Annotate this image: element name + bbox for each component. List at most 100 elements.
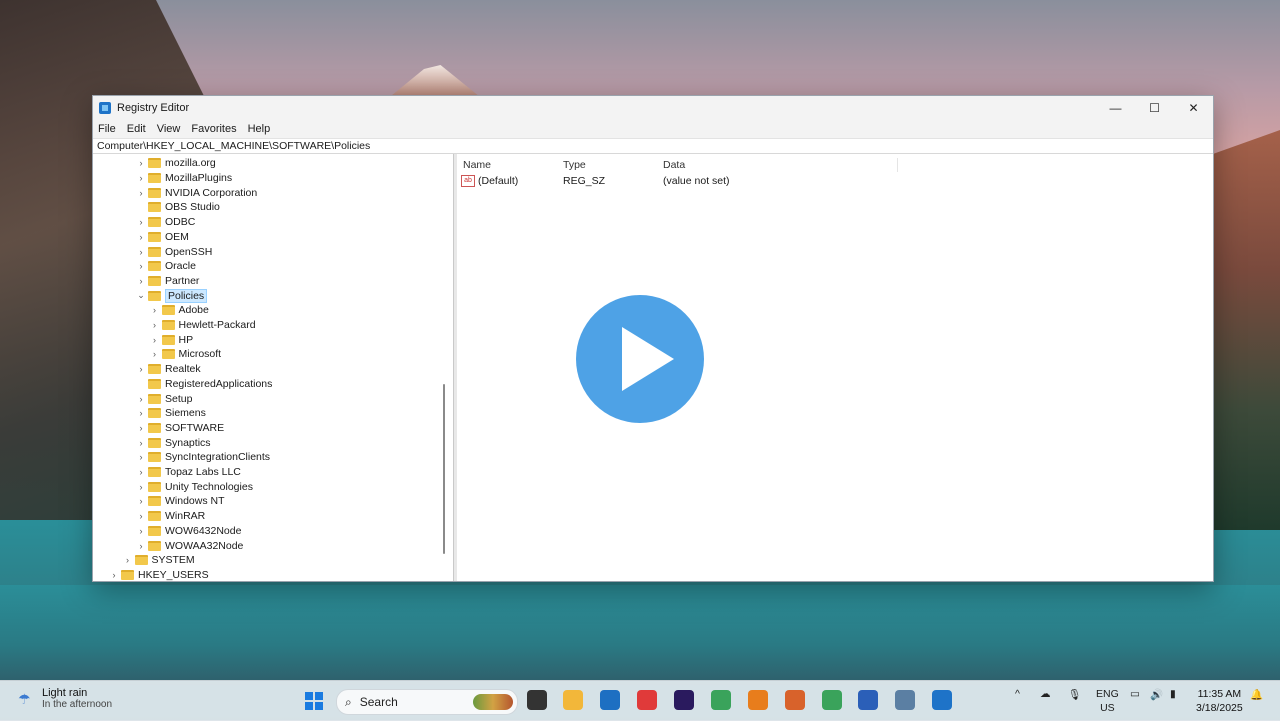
- tree-node[interactable]: › MozillaPlugins: [136, 171, 233, 186]
- tree-scrollbar[interactable]: [443, 384, 445, 554]
- task-view-icon[interactable]: [527, 690, 547, 710]
- tree-node[interactable]: › SYSTEM: [123, 553, 195, 568]
- tree-node[interactable]: › WOW6432Node: [136, 524, 242, 539]
- chevron-right-icon[interactable]: ›: [136, 247, 146, 257]
- chevron-right-icon[interactable]: ›: [136, 496, 146, 506]
- chevron-right-icon[interactable]: ›: [136, 408, 146, 418]
- volume-icon[interactable]: 🔊: [1150, 688, 1163, 701]
- column-header-name[interactable]: Name: [463, 159, 491, 171]
- maximize-button[interactable]: ☐: [1135, 96, 1174, 120]
- minimize-button[interactable]: —: [1096, 96, 1135, 120]
- address-bar[interactable]: Computer\HKEY_LOCAL_MACHINE\SOFTWARE\Pol…: [93, 138, 1213, 154]
- tree-node[interactable]: › NVIDIA Corporation: [136, 185, 258, 200]
- chevron-right-icon[interactable]: ›: [136, 217, 146, 227]
- chevron-right-icon[interactable]: ›: [136, 276, 146, 286]
- chevron-right-icon[interactable]: ›: [136, 232, 146, 242]
- chrome-profile-icon[interactable]: [822, 690, 842, 710]
- chevron-right-icon[interactable]: ›: [136, 511, 146, 521]
- close-button[interactable]: ✕: [1174, 96, 1213, 120]
- tree-node[interactable]: › OpenSSH: [136, 244, 213, 259]
- tree-node[interactable]: › Topaz Labs LLC: [136, 465, 241, 480]
- premiere-icon[interactable]: [674, 690, 694, 710]
- start-button[interactable]: [305, 692, 323, 710]
- chevron-right-icon[interactable]: ›: [136, 482, 146, 492]
- tree-node[interactable]: › mozilla.org: [136, 156, 216, 171]
- chevron-right-icon[interactable]: ›: [109, 570, 119, 580]
- tray-overflow-chevron[interactable]: ^: [1015, 688, 1020, 700]
- tree-node[interactable]: › HP: [150, 332, 193, 347]
- chevron-right-icon[interactable]: ›: [150, 349, 160, 359]
- tree-node[interactable]: › Synaptics: [136, 435, 211, 450]
- tree-node-label: WOWAA32Node: [165, 539, 244, 552]
- menu-file[interactable]: File: [98, 123, 116, 135]
- chevron-right-icon[interactable]: ›: [136, 423, 146, 433]
- tree-node[interactable]: › Windows NT: [136, 494, 225, 509]
- menu-favorites[interactable]: Favorites: [191, 123, 236, 135]
- tree-node[interactable]: › SyncIntegrationClients: [136, 450, 271, 465]
- chevron-right-icon[interactable]: ›: [136, 526, 146, 536]
- chevron-right-icon[interactable]: ›: [150, 320, 160, 330]
- chevron-right-icon[interactable]: ›: [136, 173, 146, 183]
- notification-bell-icon[interactable]: 🔔: [1250, 688, 1263, 701]
- regedit-icon[interactable]: [932, 690, 952, 710]
- tree-node-label: WOW6432Node: [165, 524, 242, 537]
- tree-node[interactable]: › Realtek: [136, 362, 201, 377]
- menu-help[interactable]: Help: [248, 123, 271, 135]
- menu-edit[interactable]: Edit: [127, 123, 146, 135]
- chevron-right-icon[interactable]: ›: [136, 438, 146, 448]
- tree-node[interactable]: › OEM: [136, 230, 189, 245]
- title-bar[interactable]: Registry Editor — ☐ ✕: [93, 96, 1213, 120]
- chevron-right-icon[interactable]: ›: [123, 555, 133, 565]
- chevron-right-icon[interactable]: ›: [136, 452, 146, 462]
- tree-node[interactable]: › Hewlett-Packard: [150, 318, 256, 333]
- chevron-right-icon[interactable]: ›: [136, 158, 146, 168]
- snipping-icon[interactable]: [895, 690, 915, 710]
- menu-view[interactable]: View: [157, 123, 181, 135]
- chevron-right-icon[interactable]: ›: [150, 305, 160, 315]
- tree-node[interactable]: › ODBC: [136, 215, 196, 230]
- chevron-right-icon[interactable]: ›: [136, 394, 146, 404]
- tree-node[interactable]: › HKEY_USERS: [109, 568, 209, 581]
- app-red-icon[interactable]: [637, 690, 657, 710]
- tree-node[interactable]: › SOFTWARE: [136, 421, 225, 436]
- battery-icon[interactable]: ▮: [1170, 688, 1176, 700]
- chevron-right-icon[interactable]: ›: [136, 188, 146, 198]
- value-row[interactable]: ab (Default): [461, 175, 518, 188]
- tree-node[interactable]: RegisteredApplications: [136, 377, 272, 392]
- store-icon[interactable]: [600, 690, 620, 710]
- column-header-data[interactable]: Data: [663, 159, 685, 171]
- network-icon[interactable]: ▭: [1130, 688, 1140, 700]
- chevron-right-icon[interactable]: ›: [136, 261, 146, 271]
- tree-node[interactable]: › Setup: [136, 391, 193, 406]
- chevron-right-icon[interactable]: ›: [136, 467, 146, 477]
- input-language[interactable]: ENG US: [1096, 687, 1119, 715]
- tree-node[interactable]: OBS Studio: [136, 200, 220, 215]
- onedrive-icon[interactable]: ☁: [1040, 688, 1051, 700]
- video-play-button[interactable]: [567, 286, 713, 432]
- chrome-icon[interactable]: [711, 690, 731, 710]
- tree-node[interactable]: › WOWAA32Node: [136, 538, 244, 553]
- system-clock[interactable]: 11:35 AM 3/18/2025: [1196, 687, 1243, 715]
- chevron-right-icon[interactable]: ›: [136, 364, 146, 374]
- column-header-type[interactable]: Type: [563, 159, 586, 171]
- tree-node[interactable]: › Adobe: [150, 303, 209, 318]
- tree-node[interactable]: › Oracle: [136, 259, 196, 274]
- blender-icon[interactable]: [748, 690, 768, 710]
- word-icon[interactable]: [858, 690, 878, 710]
- microphone-icon[interactable]: 🎙: [1068, 688, 1081, 701]
- taskbar-search[interactable]: ⌕ Search: [336, 689, 518, 715]
- key-tree[interactable]: › mozilla.org › MozillaPlugins › NVIDIA Corpo…: [93, 154, 454, 581]
- chevron-right-icon[interactable]: ›: [150, 335, 160, 345]
- tree-node[interactable]: › WinRAR: [136, 509, 206, 524]
- tree-node[interactable]: › Siemens: [136, 406, 206, 421]
- tree-node[interactable]: › Partner: [136, 274, 200, 289]
- chevron-right-icon[interactable]: ›: [136, 541, 146, 551]
- file-explorer-icon[interactable]: [563, 690, 583, 710]
- folder-icon: [161, 349, 175, 360]
- matlab-icon[interactable]: [785, 690, 805, 710]
- tree-node[interactable]: › Unity Technologies: [136, 479, 253, 494]
- chevron-down-icon[interactable]: ⌄: [136, 290, 146, 301]
- tree-node[interactable]: ⌄ Policies: [136, 288, 208, 303]
- tree-node[interactable]: › Microsoft: [150, 347, 221, 362]
- weather-widget[interactable]: ☂ Light rain In the afternoon: [18, 687, 112, 710]
